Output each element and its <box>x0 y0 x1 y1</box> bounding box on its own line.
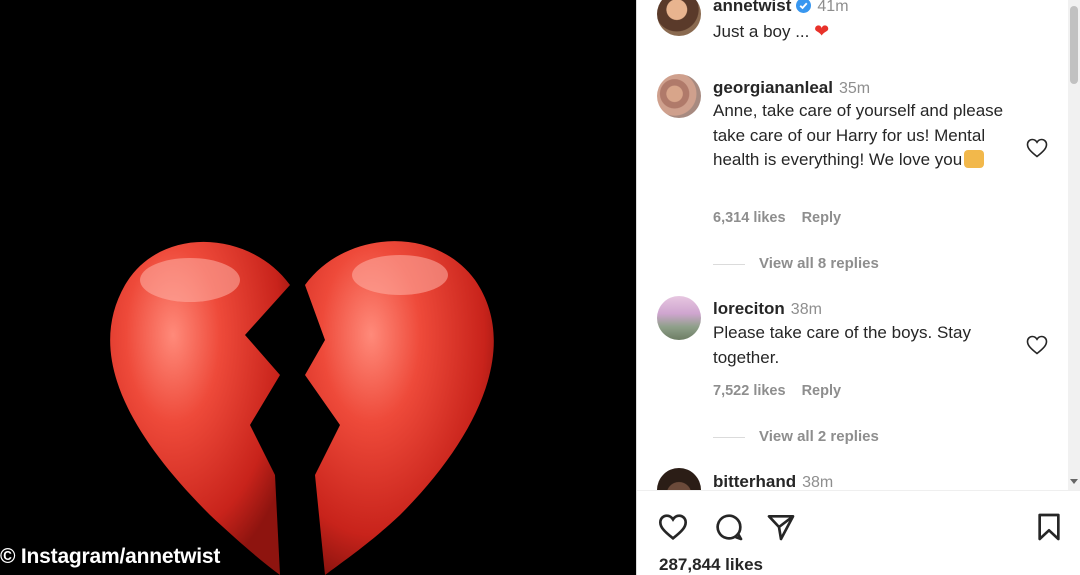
comment-header: georgiananleal 35m <box>713 78 870 98</box>
comment-meta: 7,522 likes Reply <box>713 383 841 399</box>
verified-badge-icon <box>796 0 812 13</box>
comment-bubble-icon[interactable] <box>713 511 745 543</box>
caption-text: Just a boy ... <box>713 22 810 41</box>
face-emoji <box>964 150 985 168</box>
comment-like-heart-icon[interactable] <box>1025 333 1049 357</box>
author-avatar[interactable] <box>657 0 701 36</box>
comment-username[interactable]: bitterhand <box>713 472 796 490</box>
comments-scrollbar[interactable] <box>1068 0 1080 490</box>
comment-avatar-loreciton[interactable] <box>657 296 701 340</box>
broken-heart-image <box>110 241 494 575</box>
comments-list[interactable]: annetwist 41m Just a boy ... ❤ georgianan… <box>637 0 1067 490</box>
divider-line <box>713 436 745 438</box>
view-replies-button[interactable]: View all 8 replies <box>713 255 879 272</box>
comment-avatar-bitterhand[interactable] <box>657 468 701 490</box>
comment-time: 35m <box>838 80 871 97</box>
comment-text: Please take care of the boys. Stay toget… <box>713 323 971 367</box>
view-replies-label: View all 2 replies <box>759 428 879 445</box>
comment-like-heart-icon[interactable] <box>1025 136 1049 160</box>
comment-avatar-georgiananleal[interactable] <box>657 74 701 118</box>
comments-panel: annetwist 41m Just a boy ... ❤ georgianan… <box>636 0 1080 575</box>
comment-time: 38m <box>802 474 834 490</box>
caption-time: 41m <box>817 0 849 15</box>
comment-likes[interactable]: 7,522 likes <box>713 383 786 399</box>
red-heart-emoji: ❤ <box>814 21 830 41</box>
comment-likes[interactable]: 6,314 likes <box>713 210 786 226</box>
comment-meta: 6,314 likes Reply <box>713 210 841 226</box>
reply-button[interactable]: Reply <box>802 210 842 226</box>
reply-button[interactable]: Reply <box>802 383 842 399</box>
comment-time: 38m <box>790 301 822 318</box>
photo-credit: © Instagram/annetwist <box>0 545 221 568</box>
comment-text-row: Anne, take care of yourself and please t… <box>713 99 1023 173</box>
scroll-down-arrow-icon[interactable] <box>1070 479 1078 484</box>
caption-text-row: Just a boy ... ❤ <box>713 19 1033 45</box>
scrollbar-thumb[interactable] <box>1070 6 1078 84</box>
comment-text: Anne, take care of yourself and please t… <box>713 101 1004 169</box>
post-likes-count[interactable]: 287,844 likes <box>659 555 763 575</box>
comment-username[interactable]: georgiananleal <box>713 78 833 97</box>
view-replies-button[interactable]: View all 2 replies <box>713 428 879 445</box>
view-replies-label: View all 8 replies <box>759 255 879 272</box>
paper-plane-icon[interactable] <box>765 511 797 543</box>
author-username[interactable]: annetwist <box>713 0 791 15</box>
comment-username[interactable]: loreciton <box>713 299 785 318</box>
comment-header: loreciton 38m <box>713 299 822 319</box>
post-media[interactable]: © Instagram/annetwist <box>0 0 636 575</box>
comment-header: bitterhand 38m <box>713 472 833 490</box>
heart-outline-icon[interactable] <box>657 511 689 543</box>
divider-line <box>713 263 745 265</box>
post-actions-bar: 287,844 likes <box>637 490 1080 575</box>
bookmark-icon[interactable] <box>1033 511 1065 543</box>
caption-header: annetwist 41m <box>713 0 849 16</box>
